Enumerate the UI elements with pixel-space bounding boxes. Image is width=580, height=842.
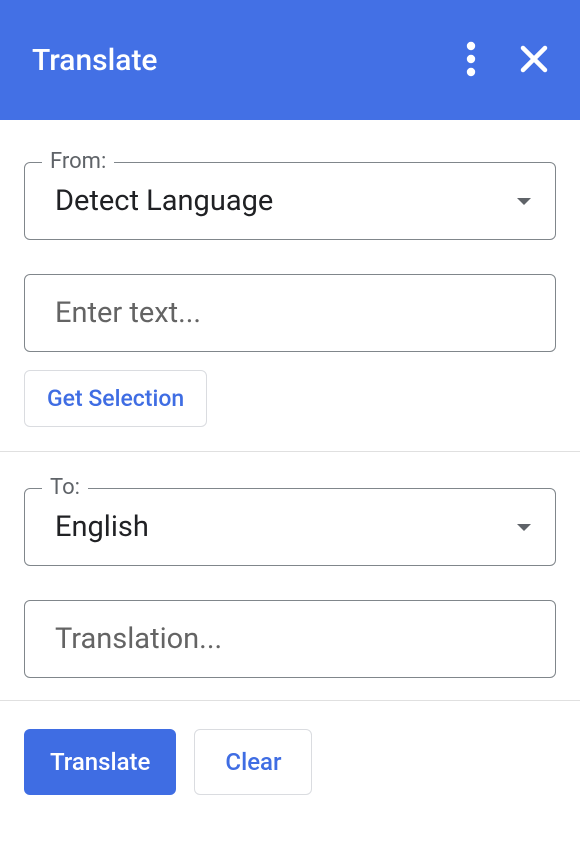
more-vert-icon [466, 41, 476, 80]
more-options-button[interactable] [458, 33, 484, 88]
from-field: From: Detect Language [24, 162, 556, 240]
to-label: To: [42, 475, 88, 500]
header: Translate [0, 0, 580, 120]
get-selection-button[interactable]: Get Selection [24, 370, 207, 427]
chevron-down-icon [517, 198, 531, 205]
chevron-down-icon [517, 524, 531, 531]
translate-button[interactable]: Translate [24, 729, 176, 795]
clear-button[interactable]: Clear [194, 729, 312, 795]
close-button[interactable] [512, 37, 556, 84]
to-field: To: English [24, 488, 556, 566]
from-section: From: Detect Language Get Selection [0, 120, 580, 427]
translation-output[interactable] [24, 600, 556, 678]
header-actions [458, 33, 556, 88]
from-label: From: [42, 149, 114, 174]
to-language-select[interactable]: English [24, 488, 556, 566]
footer-actions: Translate Clear [0, 701, 580, 823]
page-title: Translate [32, 43, 158, 78]
to-section: To: English [0, 452, 580, 678]
to-language-value: English [55, 510, 149, 544]
close-icon [520, 45, 548, 76]
from-language-value: Detect Language [55, 184, 273, 218]
source-text-input[interactable] [24, 274, 556, 352]
